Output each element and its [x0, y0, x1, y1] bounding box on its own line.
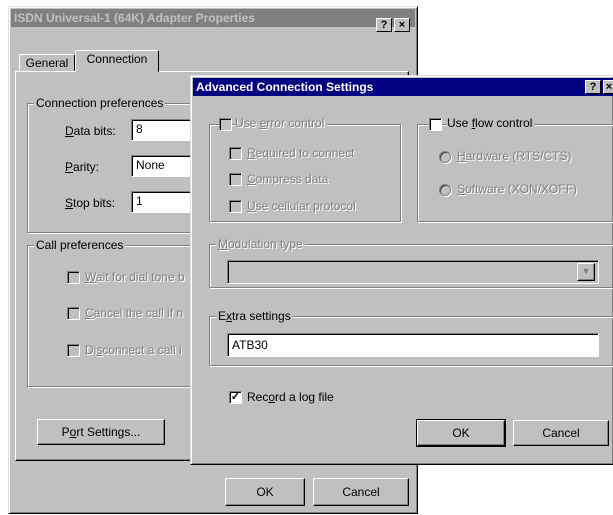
hardware-flow-label: Hardware (RTS/CTS) — [457, 149, 572, 163]
help-button[interactable]: ? — [376, 18, 392, 32]
cancel-call-checkbox[interactable] — [67, 307, 80, 320]
use-flow-control-checkbox[interactable] — [429, 118, 442, 131]
chevron-down-icon: ▼ — [581, 266, 591, 276]
tab-connection[interactable]: Connection — [75, 50, 159, 72]
modulation-dropdown-button[interactable]: ▼ — [577, 263, 595, 281]
use-error-control-label: Use error control — [235, 116, 328, 130]
extra-settings-legend: Extra settings — [216, 309, 293, 323]
wait-dial-tone-label: Wait for dial tone b — [85, 270, 185, 284]
port-settings-button[interactable]: Port Settings... — [37, 419, 165, 445]
parity-label: Parity: — [65, 160, 100, 174]
adv-ok-button[interactable]: OK — [416, 419, 506, 447]
disconnect-call-checkbox[interactable] — [67, 344, 80, 357]
stop-bits-label: Stop bits: — [65, 196, 116, 210]
hardware-flow-radio[interactable] — [439, 151, 451, 163]
modulation-type-legend: Modulation type — [216, 237, 305, 251]
compress-data-checkbox[interactable] — [229, 173, 242, 186]
use-flow-control-label: Use flow control — [447, 116, 536, 130]
checkmark-icon: ✓ — [230, 391, 241, 403]
close-button[interactable]: × — [394, 18, 410, 32]
record-log-checkbox[interactable]: ✓ — [229, 391, 242, 404]
flow-control-group — [417, 124, 613, 222]
cellular-protocol-checkbox[interactable] — [229, 200, 242, 213]
ok-button[interactable]: OK — [225, 478, 305, 506]
close-icon: × — [398, 19, 406, 31]
adapter-properties-title: ISDN Universal-1 (64K) Adapter Propertie… — [14, 11, 255, 25]
record-log-label: Record a log file — [247, 390, 334, 404]
advanced-settings-titlebar[interactable]: Advanced Connection Settings — [193, 78, 613, 96]
close-icon: × — [605, 81, 613, 93]
adapter-properties-titlebar[interactable]: ISDN Universal-1 (64K) Adapter Propertie… — [11, 9, 415, 27]
cellular-protocol-label: Use cellular protocol — [247, 199, 356, 213]
cancel-call-label: Cancel the call if n — [85, 306, 184, 320]
required-to-connect-checkbox[interactable] — [229, 147, 242, 160]
modulation-type-select[interactable] — [227, 260, 599, 284]
advanced-settings-title: Advanced Connection Settings — [196, 80, 374, 94]
wait-dial-tone-checkbox[interactable] — [67, 271, 80, 284]
call-preferences-legend: Call preferences — [34, 238, 126, 252]
connection-preferences-legend: Connection preferences — [34, 96, 166, 110]
extra-settings-input[interactable]: ATB30 — [227, 333, 599, 357]
compress-data-label: Compress data — [247, 172, 329, 186]
software-flow-label: Software (XON/XOFF) — [457, 182, 578, 196]
data-bits-label: Data bits: — [65, 124, 116, 138]
adv-help-button[interactable]: ? — [585, 80, 601, 94]
software-flow-radio[interactable] — [439, 184, 451, 196]
tab-general[interactable]: General — [19, 54, 75, 72]
use-error-control-checkbox[interactable] — [219, 118, 232, 131]
cancel-button[interactable]: Cancel — [313, 478, 409, 506]
adv-close-button[interactable]: × — [603, 80, 613, 94]
disconnect-call-label: Disconnect a call i — [85, 343, 182, 357]
advanced-connection-settings-dialog: Advanced Connection Settings ? × Use err… — [190, 75, 613, 465]
adv-cancel-button[interactable]: Cancel — [513, 420, 609, 446]
required-to-connect-label: Required to connect — [247, 146, 355, 160]
